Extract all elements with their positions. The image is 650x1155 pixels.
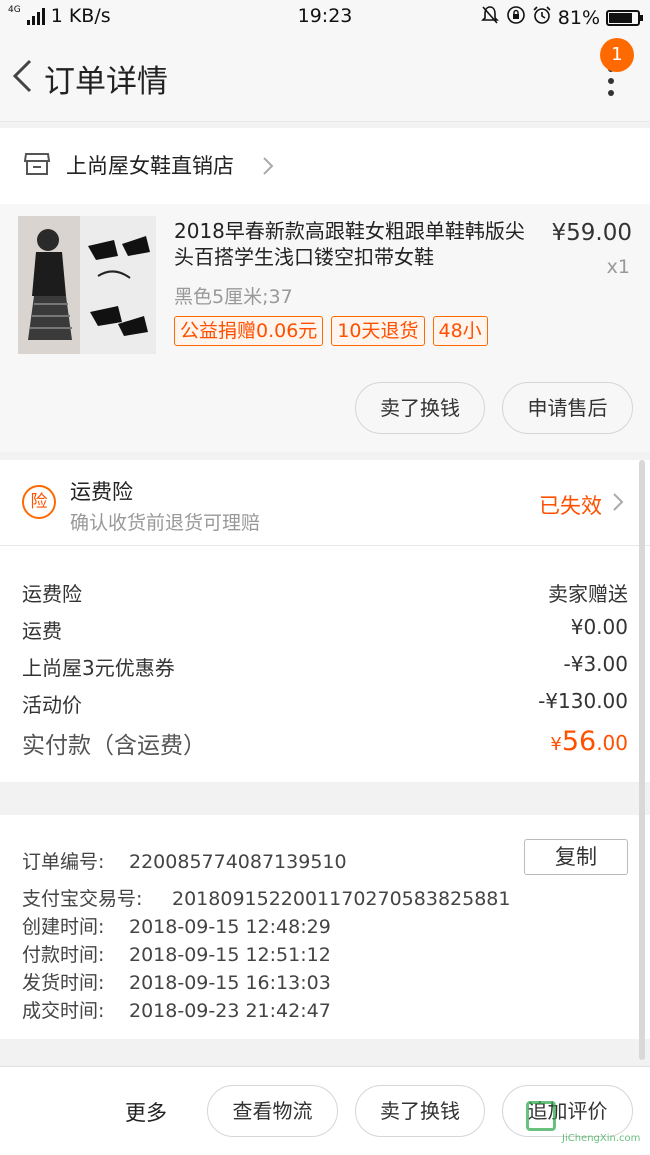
fee-label: 运费 [22, 619, 62, 643]
product-price: ¥59.00 [551, 220, 632, 246]
watermark-logo-icon [526, 1101, 556, 1131]
alarm-icon [532, 5, 552, 30]
status-bar: 4G 1 KB/s 19:23 81% [0, 0, 650, 34]
copy-button[interactable]: 复制 [524, 839, 628, 875]
total-currency: ¥ [550, 734, 562, 755]
fee-row: 上尚屋3元优惠券 -¥3.00 [22, 652, 628, 681]
view-logistics-button[interactable]: 查看物流 [207, 1085, 338, 1137]
chevron-right-icon [262, 156, 274, 176]
alipay-trade-number: 2018091522001170270583825881 [172, 888, 511, 910]
insurance-title: 运费险 [70, 480, 133, 504]
more-link[interactable]: 更多 [125, 1097, 167, 1127]
info-label: 发货时间: [22, 972, 105, 994]
info-label: 支付宝交易号: [22, 888, 143, 910]
info-label: 付款时间: [22, 944, 105, 966]
shipping-insurance-row[interactable]: 险 运费险 确认收货前退货可理赔 已失效 [0, 460, 650, 546]
fee-label: 活动价 [22, 693, 82, 717]
notification-badge: 1 [600, 38, 634, 72]
paid-time-row: 付款时间: 2018-09-15 12:51:12 [22, 940, 331, 967]
chevron-right-icon [612, 492, 624, 512]
product-card: 2018早春新款高跟鞋女粗跟单鞋韩版尖头百搭学生浅口镂空扣带女鞋 ¥59.00 … [0, 204, 650, 452]
info-label: 创建时间: [22, 916, 105, 938]
insurance-icon: 险 [22, 485, 56, 519]
scrollbar[interactable] [639, 460, 645, 1060]
info-value: 2018-09-15 12:51:12 [129, 944, 331, 966]
resell-button[interactable]: 卖了换钱 [355, 382, 485, 434]
insurance-subtitle: 确认收货前退货可理赔 [70, 512, 261, 534]
page-title: 订单详情 [44, 64, 168, 100]
fee-row: 运费 ¥0.00 [22, 615, 628, 644]
insurance-status: 已失效 [539, 494, 602, 518]
total-amount: ¥56.00 [550, 726, 628, 760]
fee-value: ¥0.00 [570, 615, 628, 639]
info-label: 订单编号: [22, 851, 105, 873]
watermark-text: JiChengXin.com [562, 1133, 641, 1144]
product-image[interactable] [18, 216, 156, 354]
fee-row: 活动价 -¥130.00 [22, 689, 628, 718]
total-integer: 56 [561, 726, 597, 757]
order-info: 订单编号: 220085774087139510 复制 支付宝交易号: 201809… [0, 815, 650, 1039]
battery-icon [606, 9, 643, 26]
tag-charity: 公益捐赠0.06元 [174, 316, 324, 346]
shop-name: 上尚屋女鞋直销店 [66, 154, 234, 178]
fee-value: -¥130.00 [538, 689, 628, 713]
total-label: 实付款（含运费） [22, 733, 206, 759]
completed-time-row: 成交时间: 2018-09-23 21:42:47 [22, 996, 331, 1023]
fee-breakdown: 运费险 卖家赠送 运费 ¥0.00 上尚屋3元优惠券 -¥3.00 活动价 -¥… [0, 546, 650, 782]
order-number-row: 订单编号: 220085774087139510 [22, 847, 347, 874]
info-value: 2018-09-15 12:48:29 [129, 916, 331, 938]
status-right: 81% [480, 5, 643, 30]
fee-row: 运费险 卖家赠送 [22, 578, 628, 607]
total-row: 实付款（含运费） ¥56.00 [22, 726, 628, 760]
info-label: 成交时间: [22, 1000, 105, 1022]
total-decimal: .00 [596, 731, 628, 755]
nav-bar: 订单详情 1 [0, 34, 650, 122]
resell-button[interactable]: 卖了换钱 [355, 1085, 485, 1137]
mute-icon [480, 5, 500, 30]
after-sales-button[interactable]: 申请售后 [502, 382, 633, 434]
lock-rotation-icon [506, 5, 526, 30]
store-icon [23, 152, 51, 176]
fee-value: -¥3.00 [563, 652, 628, 676]
watermark: JiChengXin.com [526, 1099, 646, 1149]
tag-48h: 48小 [432, 316, 488, 346]
product-tags: 公益捐赠0.06元 10天退货 48小 [174, 316, 488, 346]
battery-percent: 81% [557, 6, 600, 29]
shipped-time-row: 发货时间: 2018-09-15 16:13:03 [22, 968, 331, 995]
product-quantity: x1 [606, 256, 630, 278]
alipay-trade-row: 支付宝交易号: 2018091522001170270583825881 [22, 884, 510, 911]
tag-return: 10天退货 [331, 316, 425, 346]
back-arrow-icon[interactable] [10, 58, 34, 94]
shop-row[interactable]: 上尚屋女鞋直销店 [0, 128, 650, 204]
info-value: 2018-09-15 16:13:03 [129, 972, 331, 994]
product-title[interactable]: 2018早春新款高跟鞋女粗跟单鞋韩版尖头百搭学生浅口镂空扣带女鞋 [174, 218, 530, 270]
battery-fill [609, 12, 632, 23]
fee-label: 运费险 [22, 582, 82, 606]
order-number: 220085774087139510 [129, 851, 347, 873]
product-sku: 黑色5厘米;37 [174, 286, 293, 308]
fee-value: 卖家赠送 [548, 582, 628, 606]
fee-label: 上尚屋3元优惠券 [22, 656, 175, 680]
created-time-row: 创建时间: 2018-09-15 12:48:29 [22, 912, 331, 939]
info-value: 2018-09-23 21:42:47 [129, 1000, 331, 1022]
